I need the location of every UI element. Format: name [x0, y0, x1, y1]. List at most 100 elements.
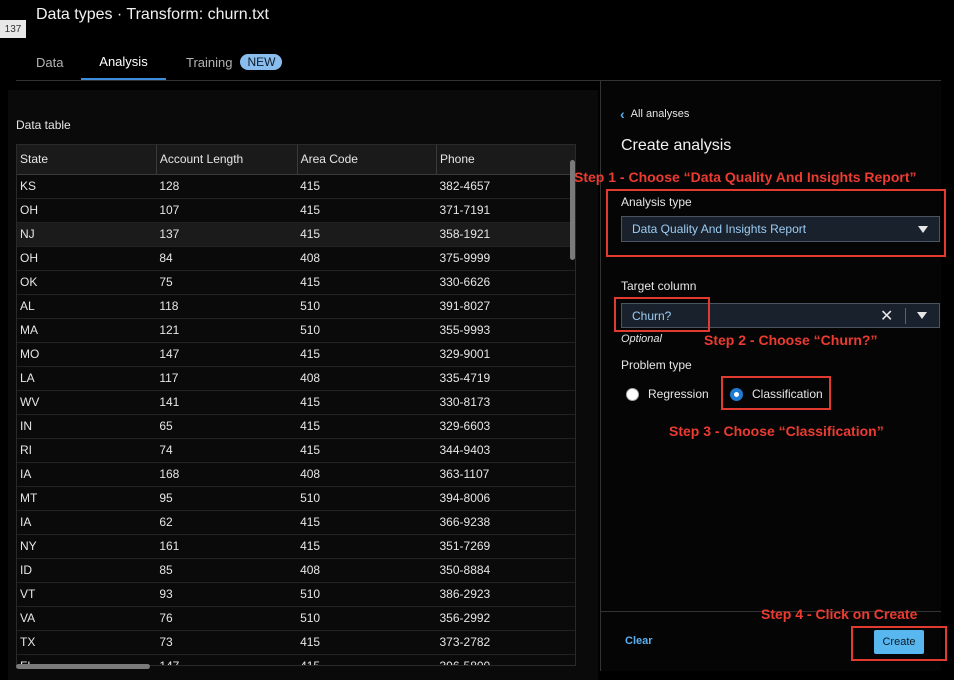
combo-divider — [905, 308, 906, 324]
table-row[interactable]: OH 84 408 375-9999 — [17, 246, 575, 271]
table-cell: 344-9403 — [436, 438, 575, 463]
column-header-phone[interactable]: Phone — [436, 145, 575, 175]
tab-data[interactable]: Data — [36, 44, 63, 80]
table-cell: NY — [17, 534, 157, 559]
table-row[interactable]: KS 128 415 382-4657 — [17, 174, 575, 199]
table-row[interactable]: LA 117 408 335-4719 — [17, 366, 575, 391]
table-row[interactable]: MA 121 510 355-9993 — [17, 318, 575, 343]
table-row[interactable]: TX 73 415 373-2782 — [17, 630, 575, 655]
table-cell: 84 — [156, 246, 298, 271]
table-row[interactable]: MO 147 415 329-9001 — [17, 342, 575, 367]
table-cell: 161 — [156, 534, 298, 559]
table-cell: 408 — [297, 462, 437, 487]
table-cell: 95 — [156, 486, 298, 511]
table-cell: 415 — [297, 414, 437, 439]
table-header-row: State Account Length Area Code Phone — [17, 145, 575, 175]
cell-number-badge: 137 — [0, 20, 26, 38]
table-cell: 510 — [297, 606, 437, 631]
table-cell: 510 — [297, 294, 437, 319]
table-row[interactable]: OH 107 415 371-7191 — [17, 198, 575, 223]
clear-x-icon[interactable]: ✕ — [880, 306, 893, 326]
table-cell: 415 — [297, 654, 437, 665]
table-cell: 373-2782 — [436, 630, 575, 655]
table-cell: 366-9238 — [436, 510, 575, 535]
table-row[interactable]: AL 118 510 391-8027 — [17, 294, 575, 319]
table-cell: 117 — [156, 366, 298, 391]
table-row[interactable]: ID 85 408 350-8884 — [17, 558, 575, 583]
table-cell: 75 — [156, 270, 298, 295]
table-cell: 415 — [297, 510, 437, 535]
clear-button[interactable]: Clear — [625, 635, 653, 647]
table-row[interactable]: VT 93 510 386-2923 — [17, 582, 575, 607]
table-cell: 510 — [297, 486, 437, 511]
table-cell: KS — [17, 174, 157, 199]
table-cell: WV — [17, 390, 157, 415]
step4-highlight-box — [851, 626, 947, 661]
table-cell: 93 — [156, 582, 298, 607]
table-cell: 415 — [297, 198, 437, 223]
table-cell: 350-8884 — [436, 558, 575, 583]
table-cell: 74 — [156, 438, 298, 463]
data-table: State Account Length Area Code Phone KS 1… — [16, 144, 576, 666]
tab-bar: Data Analysis Training NEW — [16, 44, 941, 81]
table-cell: 415 — [297, 390, 437, 415]
create-analysis-heading: Create analysis — [621, 137, 732, 154]
tab-analysis[interactable]: Analysis — [81, 44, 166, 80]
table-cell: 510 — [297, 582, 437, 607]
table-row[interactable]: OK 75 415 330-6626 — [17, 270, 575, 295]
table-cell: 128 — [156, 174, 298, 199]
table-cell: TX — [17, 630, 157, 655]
horizontal-scrollbar[interactable] — [16, 664, 150, 669]
table-cell: 396-5800 — [436, 654, 575, 665]
table-cell: 510 — [297, 318, 437, 343]
table-row[interactable]: IA 168 408 363-1107 — [17, 462, 575, 487]
caret-down-icon[interactable] — [917, 312, 927, 319]
table-row[interactable]: RI 74 415 344-9403 — [17, 438, 575, 463]
table-cell: OH — [17, 198, 157, 223]
table-cell: LA — [17, 366, 157, 391]
table-row[interactable]: VA 76 510 356-2992 — [17, 606, 575, 631]
column-header-state[interactable]: State — [17, 145, 157, 175]
problem-type-label: Problem type — [621, 358, 692, 372]
table-cell: VT — [17, 582, 157, 607]
table-row[interactable]: MT 95 510 394-8006 — [17, 486, 575, 511]
table-cell: 65 — [156, 414, 298, 439]
step1-highlight-box — [606, 189, 946, 257]
column-header-account-length[interactable]: Account Length — [156, 145, 298, 175]
step3-highlight-box — [721, 376, 831, 410]
data-table-label: Data table — [16, 118, 71, 132]
page-title: Data types · Transform: churn.txt — [36, 6, 269, 23]
tab-training[interactable]: Training NEW — [186, 44, 283, 80]
radio-regression-label: Regression — [648, 387, 709, 401]
table-cell: VA — [17, 606, 157, 631]
table-cell: 415 — [297, 438, 437, 463]
table-row[interactable]: WV 141 415 330-8173 — [17, 390, 575, 415]
table-cell: 415 — [297, 534, 437, 559]
table-cell: 394-8006 — [436, 486, 575, 511]
table-cell: 363-1107 — [436, 462, 575, 487]
table-row[interactable]: IA 62 415 366-9238 — [17, 510, 575, 535]
table-cell: 330-6626 — [436, 270, 575, 295]
column-header-area-code[interactable]: Area Code — [297, 145, 438, 175]
table-cell: 62 — [156, 510, 298, 535]
table-cell: 335-4719 — [436, 366, 575, 391]
table-cell: 391-8027 — [436, 294, 575, 319]
table-cell: 355-9993 — [436, 318, 575, 343]
radio-regression-circle[interactable] — [626, 387, 639, 401]
table-row[interactable]: IN 65 415 329-6603 — [17, 414, 575, 439]
table-row[interactable]: NJ 137 415 358-1921 — [17, 222, 575, 247]
table-cell: 329-9001 — [436, 342, 575, 367]
target-column-label: Target column — [621, 279, 697, 293]
table-cell: 351-7269 — [436, 534, 575, 559]
table-cell: 107 — [156, 198, 298, 223]
table-cell: 415 — [297, 174, 437, 199]
radio-regression[interactable]: Regression — [626, 387, 709, 401]
table-row[interactable]: NY 161 415 351-7269 — [17, 534, 575, 559]
table-cell: OK — [17, 270, 157, 295]
table-cell: MT — [17, 486, 157, 511]
all-analyses-link[interactable]: ‹ All analyses — [620, 106, 689, 122]
table-cell: 408 — [297, 366, 437, 391]
optional-hint: Optional — [621, 333, 662, 345]
table-cell: 371-7191 — [436, 198, 575, 223]
table-cell: 408 — [297, 246, 437, 271]
